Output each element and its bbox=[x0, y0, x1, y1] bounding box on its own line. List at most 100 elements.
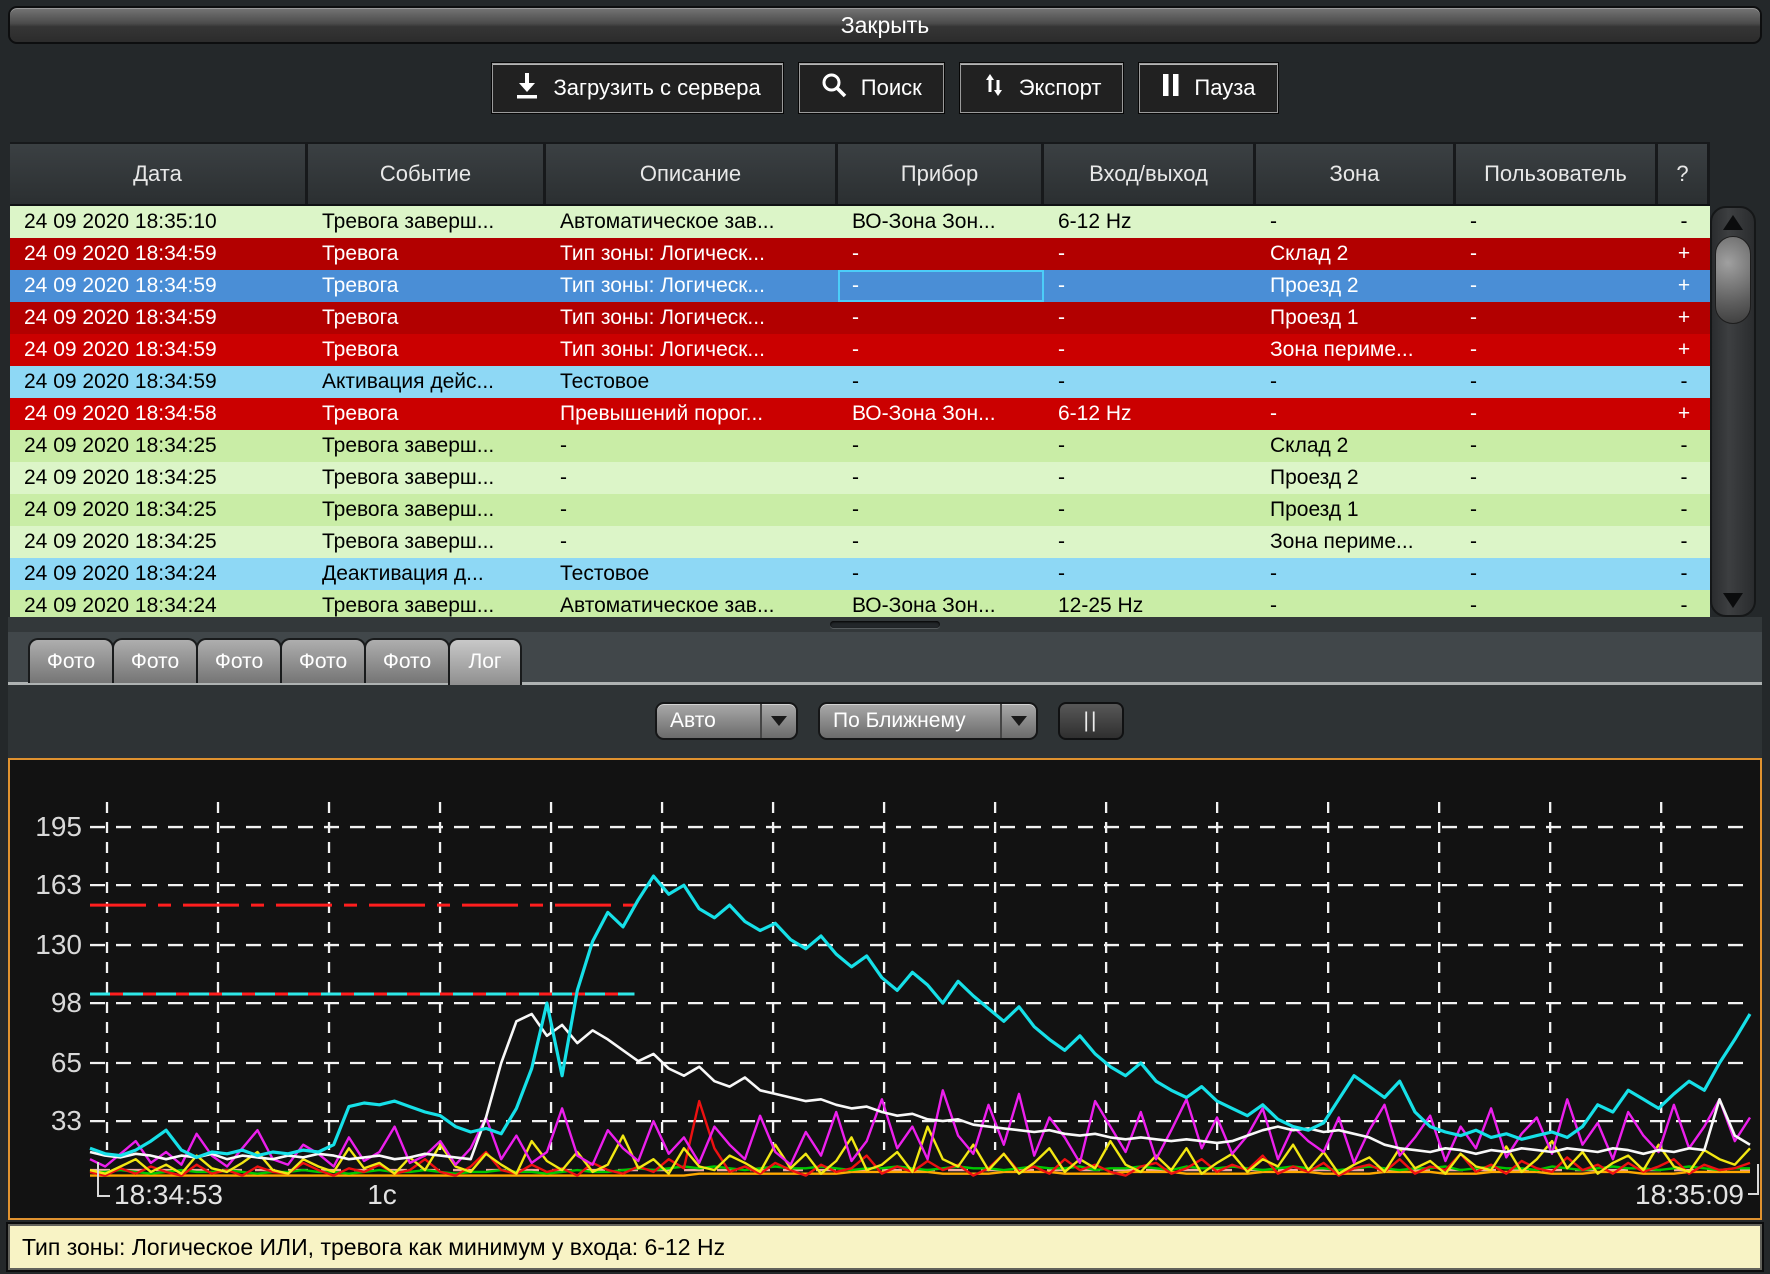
tab-photo-1[interactable]: Фото bbox=[28, 638, 114, 683]
cell: - bbox=[1658, 494, 1710, 526]
cell: Тревога bbox=[308, 334, 546, 366]
cell: - bbox=[1044, 494, 1256, 526]
cell: - bbox=[1256, 558, 1456, 590]
cell: Тип зоны: Логическ... bbox=[546, 238, 838, 270]
table-row[interactable]: 24 09 2020 18:34:59ТревогаТип зоны: Логи… bbox=[10, 238, 1710, 270]
cell: - bbox=[1044, 270, 1256, 302]
cell: - bbox=[1044, 558, 1256, 590]
cell: - bbox=[546, 462, 838, 494]
tab-photo-4[interactable]: Фото bbox=[280, 638, 366, 683]
cell: + bbox=[1658, 302, 1710, 334]
cell: Тревога bbox=[308, 398, 546, 430]
table-row[interactable]: 24 09 2020 18:34:59Активация дейс...Тест… bbox=[10, 366, 1710, 398]
tab-photo-3[interactable]: Фото bbox=[196, 638, 282, 683]
cell: 6-12 Hz bbox=[1044, 206, 1256, 238]
column-header[interactable]: Дата bbox=[10, 144, 308, 204]
column-header[interactable]: Прибор bbox=[838, 144, 1044, 204]
cell: 24 09 2020 18:34:59 bbox=[10, 334, 308, 366]
events-table: 24 09 2020 18:35:10Тревога заверш...Авто… bbox=[10, 206, 1710, 617]
cell: 12-25 Hz bbox=[1044, 590, 1256, 617]
app-window: Закрыть Загрузить с сервера Поиск Экспор… bbox=[0, 0, 1770, 1274]
y-tick-label: 98 bbox=[51, 987, 82, 1018]
cell: - bbox=[1658, 558, 1710, 590]
search-button[interactable]: Поиск bbox=[798, 62, 945, 114]
tab-photo-2[interactable]: Фото bbox=[112, 638, 198, 683]
scroll-thumb[interactable] bbox=[1715, 236, 1751, 324]
cell: 24 09 2020 18:34:59 bbox=[10, 238, 308, 270]
load-from-server-button[interactable]: Загрузить с сервера bbox=[491, 62, 783, 114]
table-row[interactable]: 24 09 2020 18:34:25Тревога заверш...---З… bbox=[10, 526, 1710, 558]
cell: + bbox=[1658, 270, 1710, 302]
cell: - bbox=[1044, 462, 1256, 494]
x-start-label: 18:34:53 bbox=[114, 1179, 223, 1210]
cell: + bbox=[1658, 238, 1710, 270]
sync-mode-dropdown[interactable]: По Ближнему bbox=[818, 702, 1038, 740]
table-row[interactable]: 24 09 2020 18:35:10Тревога заверш...Авто… bbox=[10, 206, 1710, 238]
splitter-grip[interactable] bbox=[830, 621, 940, 628]
table-row[interactable]: 24 09 2020 18:34:58ТревогаПревышений пор… bbox=[10, 398, 1710, 430]
y-tick-label: 195 bbox=[35, 811, 82, 842]
button-label: Поиск bbox=[861, 75, 922, 101]
cell: - bbox=[1044, 526, 1256, 558]
cell: Тип зоны: Логическ... bbox=[546, 334, 838, 366]
table-row[interactable]: 24 09 2020 18:34:24Тревога заверш...Авто… bbox=[10, 590, 1710, 617]
cell: Тестовое bbox=[546, 558, 838, 590]
y-tick-label: 65 bbox=[51, 1047, 82, 1078]
cell: Автоматическое зав... bbox=[546, 590, 838, 617]
export-button[interactable]: Экспорт bbox=[959, 62, 1125, 114]
chart-pause-toggle-button[interactable]: || bbox=[1058, 702, 1124, 740]
cell: - bbox=[1044, 334, 1256, 366]
column-header[interactable]: Пользователь bbox=[1456, 144, 1658, 204]
table-row[interactable]: 24 09 2020 18:34:25Тревога заверш...---С… bbox=[10, 430, 1710, 462]
table-scrollbar[interactable] bbox=[1710, 206, 1756, 617]
column-header[interactable]: Вход/выход bbox=[1044, 144, 1256, 204]
cell: - bbox=[1456, 302, 1658, 334]
table-row[interactable]: 24 09 2020 18:34:59ТревогаТип зоны: Логи… bbox=[10, 302, 1710, 334]
cell: 6-12 Hz bbox=[1044, 398, 1256, 430]
tab-photo-5[interactable]: Фото bbox=[364, 638, 450, 683]
cell: 24 09 2020 18:34:25 bbox=[10, 462, 308, 494]
column-header[interactable]: ? bbox=[1658, 144, 1710, 204]
pause-icon bbox=[1161, 72, 1181, 104]
column-header[interactable]: Описание bbox=[546, 144, 838, 204]
chart-controls: Авто По Ближнему || bbox=[0, 702, 1770, 742]
table-row[interactable]: 24 09 2020 18:34:25Тревога заверш...---П… bbox=[10, 494, 1710, 526]
status-text: Тип зоны: Логическое ИЛИ, тревога как ми… bbox=[10, 1234, 725, 1261]
cell: + bbox=[1658, 398, 1710, 430]
cell: Склад 2 bbox=[1256, 238, 1456, 270]
chevron-down-icon[interactable] bbox=[760, 704, 796, 738]
tab-log[interactable]: Лог bbox=[448, 638, 522, 685]
cell: - bbox=[1044, 302, 1256, 334]
search-icon bbox=[821, 72, 848, 105]
y-tick-label: 130 bbox=[35, 929, 82, 960]
table-row[interactable]: 24 09 2020 18:34:59ТревогаТип зоны: Логи… bbox=[10, 270, 1710, 302]
signal-chart-svg: 33659813016319518:34:531с18:35:09 bbox=[10, 760, 1760, 1218]
scroll-up-icon[interactable] bbox=[1723, 215, 1743, 230]
cell: - bbox=[838, 366, 1044, 398]
cell: - bbox=[838, 558, 1044, 590]
cell: - bbox=[546, 494, 838, 526]
cell: Превышений порог... bbox=[546, 398, 838, 430]
cell: - bbox=[1456, 430, 1658, 462]
x-scale-label: 1с bbox=[367, 1179, 397, 1210]
cell: Зона периме... bbox=[1256, 526, 1456, 558]
cell: - bbox=[838, 462, 1044, 494]
table-row[interactable]: 24 09 2020 18:34:24Деактивация д...Тесто… bbox=[10, 558, 1710, 590]
pause-button[interactable]: Пауза bbox=[1138, 62, 1278, 114]
column-header[interactable]: Зона bbox=[1256, 144, 1456, 204]
cell: - bbox=[546, 526, 838, 558]
cell: - bbox=[1256, 366, 1456, 398]
close-button[interactable]: Закрыть bbox=[8, 6, 1762, 44]
column-header[interactable]: Событие bbox=[308, 144, 546, 204]
cell: ВО-Зона Зон... bbox=[838, 398, 1044, 430]
scroll-down-icon[interactable] bbox=[1723, 593, 1743, 608]
splitter-handle[interactable] bbox=[8, 617, 1762, 632]
scale-dropdown[interactable]: Авто bbox=[655, 702, 798, 740]
table-row[interactable]: 24 09 2020 18:34:59ТревогаТип зоны: Логи… bbox=[10, 334, 1710, 366]
cell: Тревога заверш... bbox=[308, 206, 546, 238]
status-bar: Тип зоны: Логическое ИЛИ, тревога как ми… bbox=[8, 1224, 1762, 1270]
cell: - bbox=[1456, 590, 1658, 617]
chevron-down-icon[interactable] bbox=[1000, 704, 1036, 738]
table-row[interactable]: 24 09 2020 18:34:25Тревога заверш...---П… bbox=[10, 462, 1710, 494]
cell: - bbox=[1456, 334, 1658, 366]
